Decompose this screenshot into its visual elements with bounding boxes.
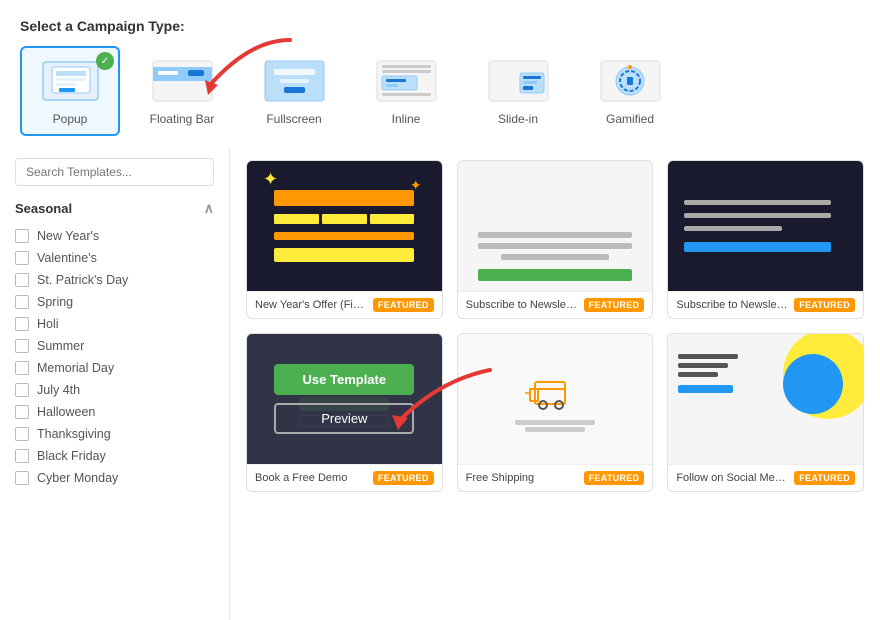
featured-badge: FEATURED [584, 298, 645, 312]
selected-checkmark: ✓ [96, 52, 114, 70]
popup-label: Popup [53, 112, 88, 126]
sidebar: Seasonal ∧ New Year's Valentine's St. Pa… [0, 148, 230, 620]
sidebar-checkbox[interactable] [15, 251, 29, 265]
card-footer: Book a Free Demo FEATURED [247, 464, 442, 491]
search-input[interactable] [15, 158, 214, 186]
sidebar-checkbox[interactable] [15, 273, 29, 287]
featured-badge: FEATURED [373, 471, 434, 485]
card-name: New Year's Offer (Firewo... [255, 299, 367, 311]
sidebar-checkbox[interactable] [15, 339, 29, 353]
card-footer: New Year's Offer (Firewo... FEATURED [247, 291, 442, 318]
card-name: Free Shipping [466, 472, 578, 484]
sidebar-item[interactable]: St. Patrick's Day [15, 269, 214, 291]
main-layout: Seasonal ∧ New Year's Valentine's St. Pa… [0, 148, 880, 620]
fullscreen-icon [259, 56, 329, 106]
featured-badge: FEATURED [584, 471, 645, 485]
sidebar-checkbox[interactable] [15, 471, 29, 485]
sidebar-item-label: Valentine's [37, 251, 97, 265]
sidebar-item-label: Thanksgiving [37, 427, 111, 441]
sidebar-item[interactable]: Summer [15, 335, 214, 357]
sidebar-item[interactable]: New Year's [15, 225, 214, 247]
card-overlay: Use Template Preview [247, 334, 442, 464]
sidebar-checkbox[interactable] [15, 449, 29, 463]
sidebar-item-label: Black Friday [37, 449, 106, 463]
sidebar-checkbox[interactable] [15, 427, 29, 441]
campaign-type-fullscreen[interactable]: Fullscreen [244, 46, 344, 136]
sidebar-item-label: Memorial Day [37, 361, 114, 375]
sidebar-checkbox[interactable] [15, 383, 29, 397]
card-name: Book a Free Demo [255, 472, 367, 484]
sidebar-checkbox[interactable] [15, 229, 29, 243]
content-area: ✦ ✦ New Year's Offer (Firewo... FEATURED… [230, 148, 880, 620]
campaign-type-inline[interactable]: Inline [356, 46, 456, 136]
slide-in-label: Slide-in [498, 112, 538, 126]
sidebar-item-label: Summer [37, 339, 84, 353]
card-name: Subscribe to Newsletter ... [676, 299, 788, 311]
template-card[interactable]: Follow on Social Media FEATURED [667, 333, 864, 492]
use-template-button[interactable]: Use Template [274, 364, 414, 395]
page-title: Select a Campaign Type: [20, 18, 860, 34]
inline-label: Inline [392, 112, 421, 126]
card-footer: Subscribe to Newsletter ... FEATURED [458, 291, 653, 318]
seasonal-section-header: Seasonal ∧ [15, 200, 214, 217]
template-card[interactable]: Subscribe to Newsletter ... FEATURED [667, 160, 864, 319]
featured-badge: FEATURED [794, 298, 855, 312]
sidebar-item-label: New Year's [37, 229, 99, 243]
sidebar-checkbox[interactable] [15, 317, 29, 331]
fullscreen-label: Fullscreen [266, 112, 321, 126]
card-footer: Free Shipping FEATURED [458, 464, 653, 491]
popup-icon [35, 56, 105, 106]
inline-icon [371, 56, 441, 106]
sidebar-checkbox[interactable] [15, 295, 29, 309]
sidebar-checkbox[interactable] [15, 405, 29, 419]
sidebar-item-label: July 4th [37, 383, 80, 397]
sidebar-item-label: Halloween [37, 405, 95, 419]
sidebar-item-label: St. Patrick's Day [37, 273, 128, 287]
sidebar-item-label: Cyber Monday [37, 471, 118, 485]
campaign-type-gamified[interactable]: Gamified [580, 46, 680, 136]
header: Select a Campaign Type: ✓ Popup [0, 0, 880, 148]
card-thumbnail [668, 334, 863, 464]
featured-badge: FEATURED [373, 298, 434, 312]
sidebar-item[interactable]: Spring [15, 291, 214, 313]
slide-in-icon [483, 56, 553, 106]
sidebar-item[interactable]: Halloween [15, 401, 214, 423]
featured-badge: FEATURED [794, 471, 855, 485]
template-card[interactable]: Subscribe to Newsletter ... FEATURED [457, 160, 654, 319]
floating-bar-label: Floating Bar [150, 112, 215, 126]
campaign-type-floating-bar[interactable]: Floating Bar [132, 46, 232, 136]
gamified-label: Gamified [606, 112, 654, 126]
sidebar-item[interactable]: Memorial Day [15, 357, 214, 379]
campaign-type-selector: ✓ Popup [20, 46, 860, 136]
template-card[interactable]: Free Shipping FEATURED [457, 333, 654, 492]
sidebar-items-list: New Year's Valentine's St. Patrick's Day… [15, 225, 214, 489]
campaign-type-popup[interactable]: ✓ Popup [20, 46, 120, 136]
template-grid: ✦ ✦ New Year's Offer (Firewo... FEATURED… [246, 160, 864, 492]
campaign-type-slide-in[interactable]: Slide-in [468, 46, 568, 136]
floating-bar-icon [147, 56, 217, 106]
sidebar-item[interactable]: Thanksgiving [15, 423, 214, 445]
sidebar-item[interactable]: Holi [15, 313, 214, 335]
sidebar-item[interactable]: Valentine's [15, 247, 214, 269]
sidebar-checkbox[interactable] [15, 361, 29, 375]
card-footer: Follow on Social Media FEATURED [668, 464, 863, 491]
sidebar-item[interactable]: July 4th [15, 379, 214, 401]
sidebar-item[interactable]: Cyber Monday [15, 467, 214, 489]
template-card[interactable]: Use Template Preview Book a Free Demo FE… [246, 333, 443, 492]
template-card[interactable]: ✦ ✦ New Year's Offer (Firewo... FEATURED [246, 160, 443, 319]
sidebar-item-label: Spring [37, 295, 73, 309]
card-footer: Subscribe to Newsletter ... FEATURED [668, 291, 863, 318]
card-thumbnail: ✦ ✦ [247, 161, 442, 291]
sidebar-item[interactable]: Black Friday [15, 445, 214, 467]
card-name: Subscribe to Newsletter ... [466, 299, 578, 311]
preview-button[interactable]: Preview [274, 403, 414, 434]
gamified-icon [595, 56, 665, 106]
card-name: Follow on Social Media [676, 472, 788, 484]
card-thumbnail [458, 334, 653, 464]
sidebar-item-label: Holi [37, 317, 59, 331]
card-thumbnail [668, 161, 863, 291]
card-thumbnail [458, 161, 653, 291]
card-thumbnail: Use Template Preview [247, 334, 442, 464]
